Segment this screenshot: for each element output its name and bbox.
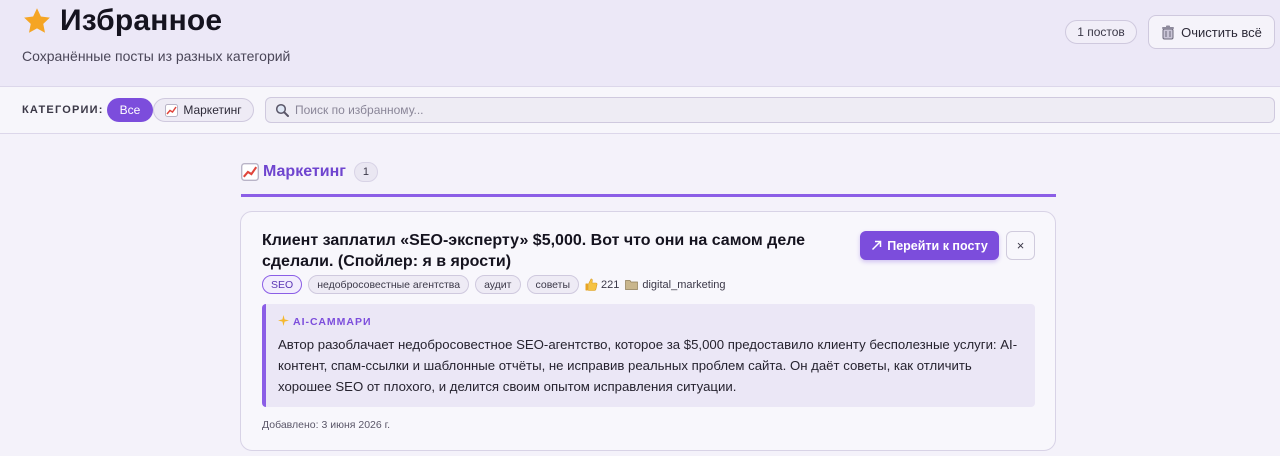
tag-chip[interactable]: аудит [475,275,521,294]
filter-marketing-button[interactable]: Маркетинг [153,98,254,122]
ai-summary-box: AI-САММАРИ Автор разоблачает недобросове… [262,304,1035,407]
go-to-post-button[interactable]: Перейти к посту [860,231,999,260]
remove-from-favorites-button[interactable]: × [1006,231,1035,260]
section-count-badge: 1 [353,162,378,182]
page-header: Избранное Сохранённые посты из разных ка… [0,0,1280,87]
post-card: Клиент заплатил «SEO-эксперту» $5,000. В… [240,211,1056,451]
post-source: digital_marketing [642,278,726,291]
posts-count-badge: 1 постов [1065,20,1137,44]
sparkle-icon [278,315,289,329]
title-row: Избранное [22,4,222,38]
search-box[interactable] [265,97,1275,123]
clear-all-button[interactable]: Очистить всё [1148,15,1275,49]
tag-chip[interactable]: недобросовестные агентства [308,275,470,294]
tag-chip[interactable]: советы [526,275,580,294]
folder-icon [625,279,639,290]
thumbs-up-icon [585,278,598,291]
likes-count: 221 [601,278,620,291]
trash-icon [1161,25,1175,40]
filter-all-button[interactable]: Все [107,98,153,122]
ai-summary-label-text: AI-САММАРИ [293,316,372,328]
page-title: Избранное [60,4,223,37]
ai-summary-text: Автор разоблачает недобросовестное SEO-а… [278,337,1018,394]
page-subtitle: Сохранённые посты из разных категорий [22,48,291,64]
post-title: Клиент заплатил «SEO-эксперту» $5,000. В… [262,232,806,270]
go-to-post-label: Перейти к посту [887,238,988,253]
star-icon [22,6,52,36]
section-header: Маркетинг 1 [241,162,378,182]
filter-bar: КАТЕГОРИИ: Все Маркетинг [0,87,1280,134]
section-title: Маркетинг [263,163,346,180]
tag-chip[interactable]: SEO [262,275,303,294]
search-icon [275,103,289,117]
post-tags: SEO недобросовестные агентства аудит сов… [262,275,726,294]
section-divider [241,194,1056,197]
arrow-icon [871,240,882,251]
added-date: Добавлено: 3 июня 2026 г. [262,419,391,431]
clear-all-label: Очистить всё [1181,24,1262,40]
filter-marketing-label: Маркетинг [183,103,242,117]
search-input[interactable] [295,103,1255,117]
ai-summary-label: AI-САММАРИ [278,315,372,329]
chart-icon [165,103,179,117]
categories-label: КАТЕГОРИИ: [22,104,104,116]
chart-icon [241,163,259,181]
post-meta: 221 digital_marketing [585,278,726,291]
